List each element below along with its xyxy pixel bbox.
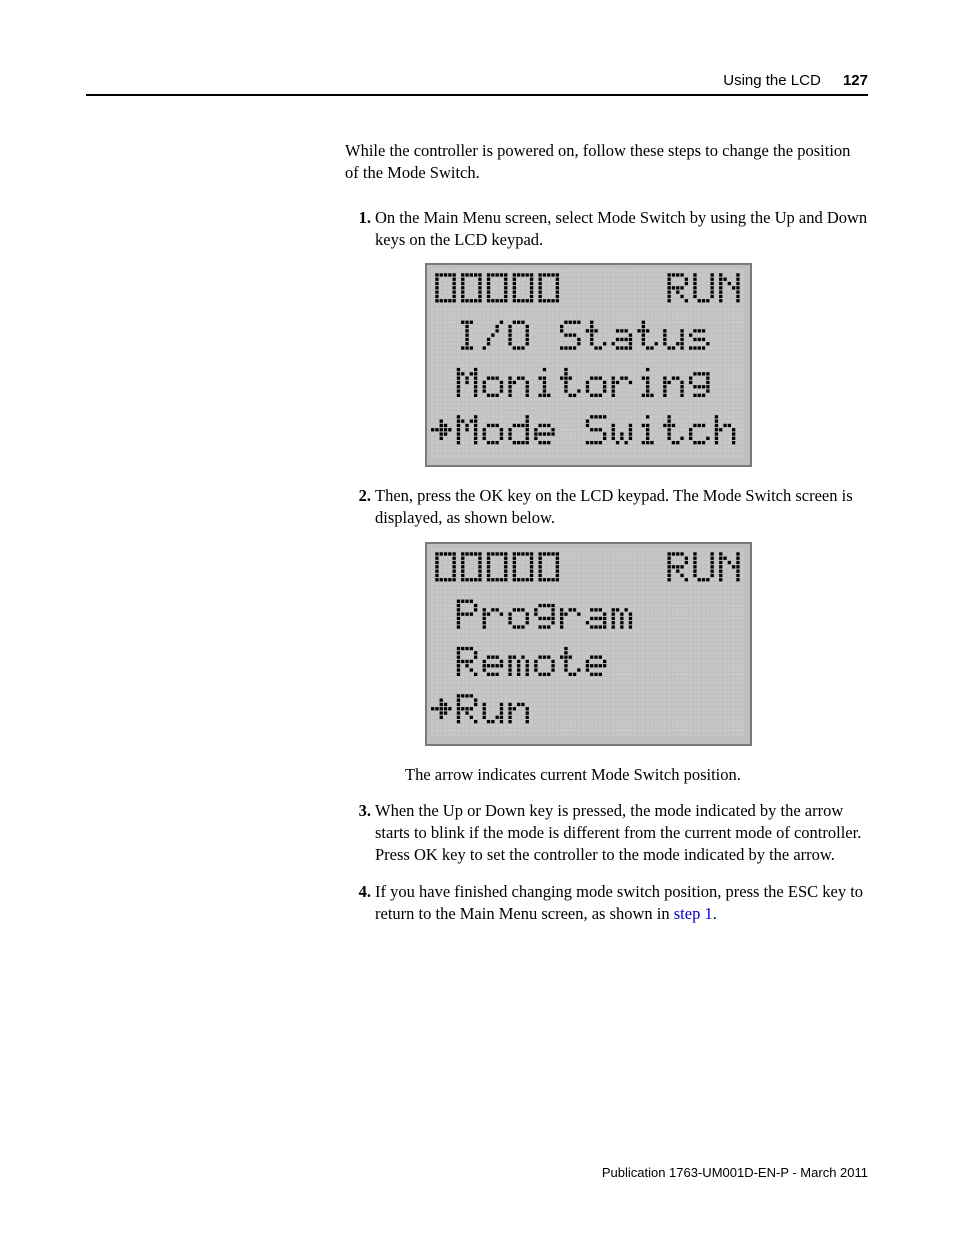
step-4-text-before: If you have finished changing mode switc… — [375, 882, 863, 923]
publication-footer: Publication 1763-UM001D-EN-P - March 201… — [602, 1165, 868, 1180]
step-1-number: 1. — [345, 207, 371, 229]
step-2-number: 2. — [345, 485, 371, 507]
step-1: 1. On the Main Menu screen, select Mode … — [345, 207, 868, 468]
content-area: While the controller is powered on, foll… — [345, 140, 868, 939]
lcd-screen-mode-switch — [425, 542, 752, 746]
between-note: The arrow indicates current Mode Switch … — [405, 764, 868, 786]
header-rule — [86, 94, 868, 96]
header-page-number: 127 — [843, 72, 868, 89]
header-section-title: Using the LCD — [723, 72, 821, 89]
step-2-text: Then, press the OK key on the LCD keypad… — [375, 486, 853, 527]
intro-paragraph: While the controller is powered on, foll… — [345, 140, 868, 185]
step-4: 4. If you have finished changing mode sw… — [345, 881, 868, 926]
step-3: 3. When the Up or Down key is pressed, t… — [345, 800, 868, 867]
step-3-text: When the Up or Down key is pressed, the … — [375, 801, 861, 865]
step-2: 2. Then, press the OK key on the LCD key… — [345, 485, 868, 786]
step-4-text: If you have finished changing mode switc… — [375, 882, 863, 923]
step-4-text-after: . — [713, 904, 717, 923]
step-1-text: On the Main Menu screen, select Mode Swi… — [375, 208, 867, 249]
page-header: Using the LCD 127 — [86, 72, 868, 89]
lcd-screen-main-menu — [425, 263, 752, 467]
step-4-number: 4. — [345, 881, 371, 903]
step-1-link[interactable]: step 1 — [674, 904, 713, 923]
step-3-number: 3. — [345, 800, 371, 822]
